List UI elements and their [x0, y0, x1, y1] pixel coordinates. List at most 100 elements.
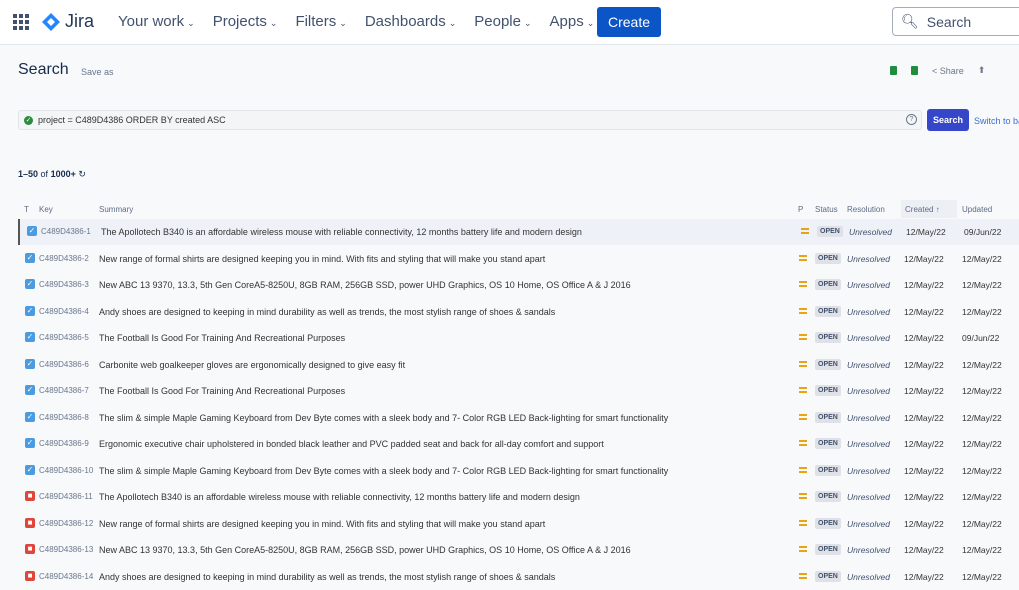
issue-summary-link[interactable]: The Football Is Good For Training And Re…: [99, 386, 345, 396]
created-date: 12/May/22: [904, 492, 944, 502]
col-resolution[interactable]: Resolution: [847, 205, 885, 214]
nav-projects[interactable]: Projects ⌄: [213, 13, 278, 30]
table-row[interactable]: ✓ C489D4386-3 New ABC 13 9370, 13.3, 5th G…: [18, 272, 1019, 298]
bug-type-icon: ■: [25, 544, 35, 554]
task-type-icon: ✓: [25, 385, 35, 395]
issue-key-link[interactable]: C489D4386-3: [39, 280, 89, 289]
jira-logo[interactable]: Jira: [41, 11, 94, 32]
table-row[interactable]: ✓ C489D4386-6 Carbonite web goalkeeper glo…: [18, 352, 1019, 378]
bug-type-icon: ■: [25, 517, 35, 528]
updated-date: 12/May/22: [962, 412, 1002, 423]
export-icon[interactable]: ⬆: [978, 65, 986, 76]
create-button[interactable]: Create: [597, 7, 661, 37]
help-icon[interactable]: ?: [906, 114, 917, 125]
issue-summary-link[interactable]: New ABC 13 9370, 13.3, 5th Gen CoreA5-82…: [99, 280, 631, 290]
table-row[interactable]: ✓ C489D4386-2 New range of formal shirts a…: [18, 246, 1019, 272]
switch-to-basic-link[interactable]: Switch to basic: [974, 116, 1019, 126]
issue-summary-link[interactable]: New range of formal shirts are designed …: [99, 519, 545, 529]
updated-date: 12/May/22: [962, 253, 1002, 264]
nav-filters[interactable]: Filters ⌄: [295, 13, 346, 30]
app-switcher-icon[interactable]: [13, 14, 29, 30]
status-badge: OPEN: [815, 358, 841, 370]
save-as-button[interactable]: Save as: [81, 67, 114, 77]
issue-key-link[interactable]: C489D4386-10: [39, 466, 93, 475]
nav-dashboards[interactable]: Dashboards ⌄: [365, 13, 456, 30]
issue-key-link[interactable]: C489D4386-2: [39, 254, 89, 263]
bug-type-icon: ■: [25, 570, 35, 581]
updated-date: 12/May/22: [962, 280, 1002, 290]
col-updated[interactable]: Updated: [962, 205, 992, 214]
created-date: 12/May/22: [904, 253, 944, 264]
resolution: Unresolved: [847, 439, 890, 449]
issue-key-link[interactable]: C489D4386-5: [39, 333, 89, 342]
issue-summary-link[interactable]: The slim & simple Maple Gaming Keyboard …: [99, 413, 668, 423]
issue-summary-link[interactable]: The Apollotech B340 is an affordable wir…: [99, 492, 580, 502]
issue-summary-link[interactable]: The Apollotech B340 is an affordable wir…: [101, 227, 582, 237]
jql-input[interactable]: ✓ project = C489D4386 ORDER BY created A…: [18, 110, 922, 130]
table-row[interactable]: ✓ C489D4386-7 The Football Is Good For Tra…: [18, 378, 1019, 404]
issue-summary-link[interactable]: Ergonomic executive chair upholstered in…: [99, 439, 604, 449]
issue-summary-link[interactable]: New range of formal shirts are designed …: [99, 254, 545, 264]
issue-key-link[interactable]: C489D4386-7: [39, 386, 89, 395]
task-type-icon: ✓: [25, 411, 35, 422]
resolution: Unresolved: [847, 280, 890, 290]
col-status[interactable]: Status: [815, 205, 838, 214]
table-row[interactable]: ✓ C489D4386-1 The Apollotech B340 is an af…: [18, 219, 1019, 245]
col-type[interactable]: T: [24, 205, 29, 214]
updated-date: 12/May/22: [962, 439, 1002, 449]
table-row[interactable]: ✓ C489D4386-10 The slim & simple Maple Gam…: [18, 458, 1019, 484]
issue-key-link[interactable]: C489D4386-4: [39, 307, 89, 316]
col-priority[interactable]: P: [798, 205, 803, 214]
issue-summary-link[interactable]: Carbonite web goalkeeper gloves are ergo…: [99, 360, 405, 370]
table-row[interactable]: ✓ C489D4386-5 The Football Is Good For Tra…: [18, 325, 1019, 351]
share-button[interactable]: < Share: [932, 66, 964, 76]
task-type-icon: ✓: [27, 226, 37, 236]
task-type-icon: ✓: [25, 279, 35, 289]
created-date: 12/May/22: [906, 227, 946, 237]
issue-key-link[interactable]: C489D4386-8: [39, 413, 89, 422]
col-summary[interactable]: Summary: [99, 205, 133, 214]
priority-medium-icon: [799, 413, 807, 420]
issue-summary-link[interactable]: Andy shoes are designed to keeping in mi…: [99, 307, 555, 317]
search-input[interactable]: 🔍︎ Search: [892, 7, 1019, 36]
issue-key-link[interactable]: C489D4386-12: [39, 519, 93, 528]
table-row[interactable]: ✓ C489D4386-9 Ergonomic executive chair up…: [18, 431, 1019, 457]
table-row[interactable]: ■ C489D4386-13 New ABC 13 9370, 13.3, 5th …: [18, 537, 1019, 563]
nav-your-work[interactable]: Your work ⌄: [118, 13, 195, 30]
created-date: 12/May/22: [904, 465, 944, 476]
issue-key-link[interactable]: C489D4386-11: [39, 492, 93, 501]
nav-apps[interactable]: Apps ⌄: [550, 13, 595, 30]
export-excel-icon[interactable]: [890, 66, 897, 75]
refresh-icon[interactable]: ↻: [78, 169, 86, 179]
issue-key-link[interactable]: C489D4386-1: [41, 227, 91, 236]
updated-date: 12/May/22: [962, 386, 1002, 396]
issue-summary-link[interactable]: The slim & simple Maple Gaming Keyboard …: [99, 466, 668, 476]
table-row[interactable]: ■ C489D4386-14 Andy shoes are designed to …: [18, 564, 1019, 590]
col-created[interactable]: Created ↑: [905, 205, 940, 214]
status-badge: OPEN: [815, 544, 841, 555]
issue-key-link[interactable]: C489D4386-6: [39, 360, 89, 369]
table-row[interactable]: ✓ C489D4386-8 The slim & simple Maple Gami…: [18, 405, 1019, 431]
status-badge: OPEN: [815, 411, 841, 423]
created-date: 12/May/22: [904, 280, 944, 290]
bug-type-icon: ■: [25, 491, 35, 501]
issue-key-link[interactable]: C489D4386-9: [39, 439, 89, 448]
status-badge: OPEN: [815, 332, 841, 343]
export-sheets-icon[interactable]: [911, 66, 918, 75]
search-button[interactable]: Search: [927, 109, 969, 131]
issue-summary-link[interactable]: The Football Is Good For Training And Re…: [99, 333, 345, 343]
status-badge: OPEN: [815, 491, 841, 502]
issue-summary-link[interactable]: New ABC 13 9370, 13.3, 5th Gen CoreA5-82…: [99, 545, 631, 555]
table-row[interactable]: ■ C489D4386-11 The Apollotech B340 is an a…: [18, 484, 1019, 510]
issue-summary-link[interactable]: Andy shoes are designed to keeping in mi…: [99, 572, 555, 582]
table-row[interactable]: ■ C489D4386-12 New range of formal shirts …: [18, 511, 1019, 537]
resolution: Unresolved: [847, 412, 890, 423]
priority-medium-icon: [799, 281, 807, 287]
issue-key-link[interactable]: C489D4386-13: [39, 545, 93, 554]
issue-key-link[interactable]: C489D4386-14: [39, 572, 93, 581]
nav-people[interactable]: People ⌄: [474, 13, 531, 30]
resolution: Unresolved: [847, 359, 890, 370]
col-key[interactable]: Key: [39, 205, 53, 214]
table-row[interactable]: ✓ C489D4386-4 Andy shoes are designed to k…: [18, 299, 1019, 325]
created-date: 12/May/22: [904, 306, 944, 317]
